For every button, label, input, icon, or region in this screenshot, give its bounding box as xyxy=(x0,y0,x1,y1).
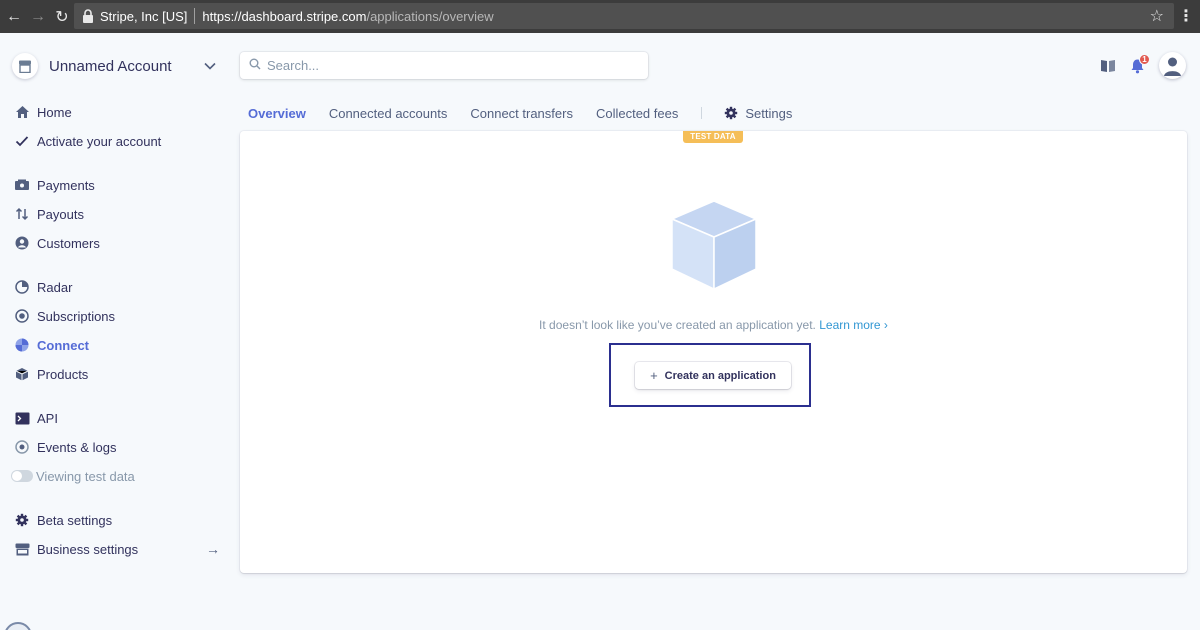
customers-icon xyxy=(14,235,30,251)
sidebar-item-subscriptions[interactable]: Subscriptions xyxy=(14,304,224,328)
connect-tabs: Overview Connected accounts Connect tran… xyxy=(248,103,792,123)
payouts-icon xyxy=(14,206,30,222)
sidebar-item-events[interactable]: Events & logs xyxy=(14,435,224,459)
subscriptions-icon xyxy=(14,308,30,324)
tab-divider xyxy=(701,107,703,119)
radar-icon xyxy=(14,279,30,295)
site-identity: Stripe, Inc [US] xyxy=(100,8,188,24)
applications-empty-state-card: TEST DATA It doesn’t look like you’ve cr… xyxy=(240,131,1187,573)
cube-illustration-icon xyxy=(668,200,760,298)
sidebar-item-label: Products xyxy=(37,366,89,382)
gear-icon xyxy=(724,106,738,120)
create-application-label: Create an application xyxy=(664,369,776,382)
bookmark-star-icon[interactable]: ☆ xyxy=(1150,6,1164,26)
events-icon xyxy=(14,439,30,455)
top-right-icons: 1 xyxy=(1086,52,1186,79)
reload-icon[interactable]: ↻ xyxy=(50,5,74,29)
address-bar[interactable]: Stripe, Inc [US] https://dashboard.strip… xyxy=(74,3,1174,29)
browser-menu-icon[interactable]: ⋮ xyxy=(1178,6,1194,26)
account-store-icon xyxy=(12,53,38,79)
sidebar-item-customers[interactable]: Customers xyxy=(14,231,224,255)
sidebar-item-home[interactable]: Home xyxy=(14,100,224,124)
sidebar-item-label: Connect xyxy=(37,337,89,353)
help-circle-icon[interactable] xyxy=(4,622,32,630)
home-icon xyxy=(14,104,30,120)
sidebar-item-label: Activate your account xyxy=(37,133,162,149)
sidebar-item-label: Events & logs xyxy=(37,439,117,455)
sidebar-item-label: Subscriptions xyxy=(37,308,116,324)
terminal-icon xyxy=(14,410,30,426)
sidebar-item-payments[interactable]: Payments xyxy=(14,173,224,197)
sidebar-item-label: Home xyxy=(37,104,72,120)
store-icon xyxy=(14,541,30,557)
lock-icon xyxy=(82,9,94,23)
plus-icon: + xyxy=(650,368,658,383)
search-box[interactable] xyxy=(240,52,648,79)
tab-settings[interactable]: Settings xyxy=(724,106,792,121)
user-avatar[interactable] xyxy=(1159,52,1186,79)
products-icon xyxy=(14,366,30,382)
account-name: Unnamed Account xyxy=(49,57,172,75)
docs-book-icon[interactable] xyxy=(1100,59,1116,73)
tab-collected-fees[interactable]: Collected fees xyxy=(596,106,678,121)
sidebar-item-label: Radar xyxy=(37,279,73,295)
notifications-bell-icon[interactable]: 1 xyxy=(1130,53,1150,74)
sidebar-item-label: API xyxy=(37,410,58,426)
sidebar-item-label: Viewing test data xyxy=(36,468,135,484)
connect-icon xyxy=(14,337,30,353)
tab-connected-accounts[interactable]: Connected accounts xyxy=(329,106,448,121)
sidebar-item-activate[interactable]: Activate your account xyxy=(14,129,224,153)
sidebar-item-api[interactable]: API xyxy=(14,406,224,430)
sidebar-item-label: Customers xyxy=(37,235,100,251)
notification-count-badge: 1 xyxy=(1139,53,1150,65)
test-data-badge: TEST DATA xyxy=(683,131,743,143)
tab-overview[interactable]: Overview xyxy=(248,106,306,121)
sidebar-item-label: Payments xyxy=(37,177,95,193)
sidebar-item-products[interactable]: Products xyxy=(14,362,224,386)
sidebar-item-label: Business settings xyxy=(37,541,139,557)
forward-arrow-icon[interactable]: → xyxy=(26,5,50,29)
learn-more-link[interactable]: Learn more › xyxy=(819,318,888,332)
search-input[interactable] xyxy=(267,58,637,73)
sidebar-item-business-settings[interactable]: Business settings → xyxy=(14,537,224,561)
empty-state-message: It doesn’t look like you’ve created an a… xyxy=(240,318,1187,332)
url-host: https://dashboard.stripe.com xyxy=(202,8,367,24)
browser-toolbar: ← → ↻ Stripe, Inc [US] https://dashboard… xyxy=(0,0,1200,33)
account-switcher[interactable]: Unnamed Account xyxy=(12,52,216,80)
sidebar-item-radar[interactable]: Radar xyxy=(14,275,224,299)
url-path: /applications/overview xyxy=(366,8,494,24)
avatar-icon xyxy=(1159,52,1186,79)
gear-icon xyxy=(14,512,30,528)
create-application-button[interactable]: + Create an application xyxy=(635,362,791,389)
check-icon xyxy=(14,133,30,149)
tab-connect-transfers[interactable]: Connect transfers xyxy=(470,106,573,121)
back-arrow-icon[interactable]: ← xyxy=(2,5,26,29)
sidebar-item-beta-settings[interactable]: Beta settings xyxy=(14,508,224,532)
address-separator xyxy=(194,8,196,24)
payments-icon xyxy=(14,177,30,193)
sidebar-item-label: Payouts xyxy=(37,206,84,222)
sidebar-item-connect[interactable]: Connect xyxy=(14,333,224,357)
toggle-icon[interactable] xyxy=(11,470,33,482)
arrow-right-icon: → xyxy=(206,541,220,557)
search-icon xyxy=(249,57,261,75)
sidebar-item-test-data-toggle[interactable]: Viewing test data xyxy=(11,464,221,488)
empty-state-text: It doesn’t look like you’ve created an a… xyxy=(539,318,816,332)
sidebar-item-label: Beta settings xyxy=(37,512,113,528)
sidebar-item-payouts[interactable]: Payouts xyxy=(14,202,224,226)
tab-settings-label: Settings xyxy=(745,105,793,121)
chevron-down-icon xyxy=(204,57,216,75)
